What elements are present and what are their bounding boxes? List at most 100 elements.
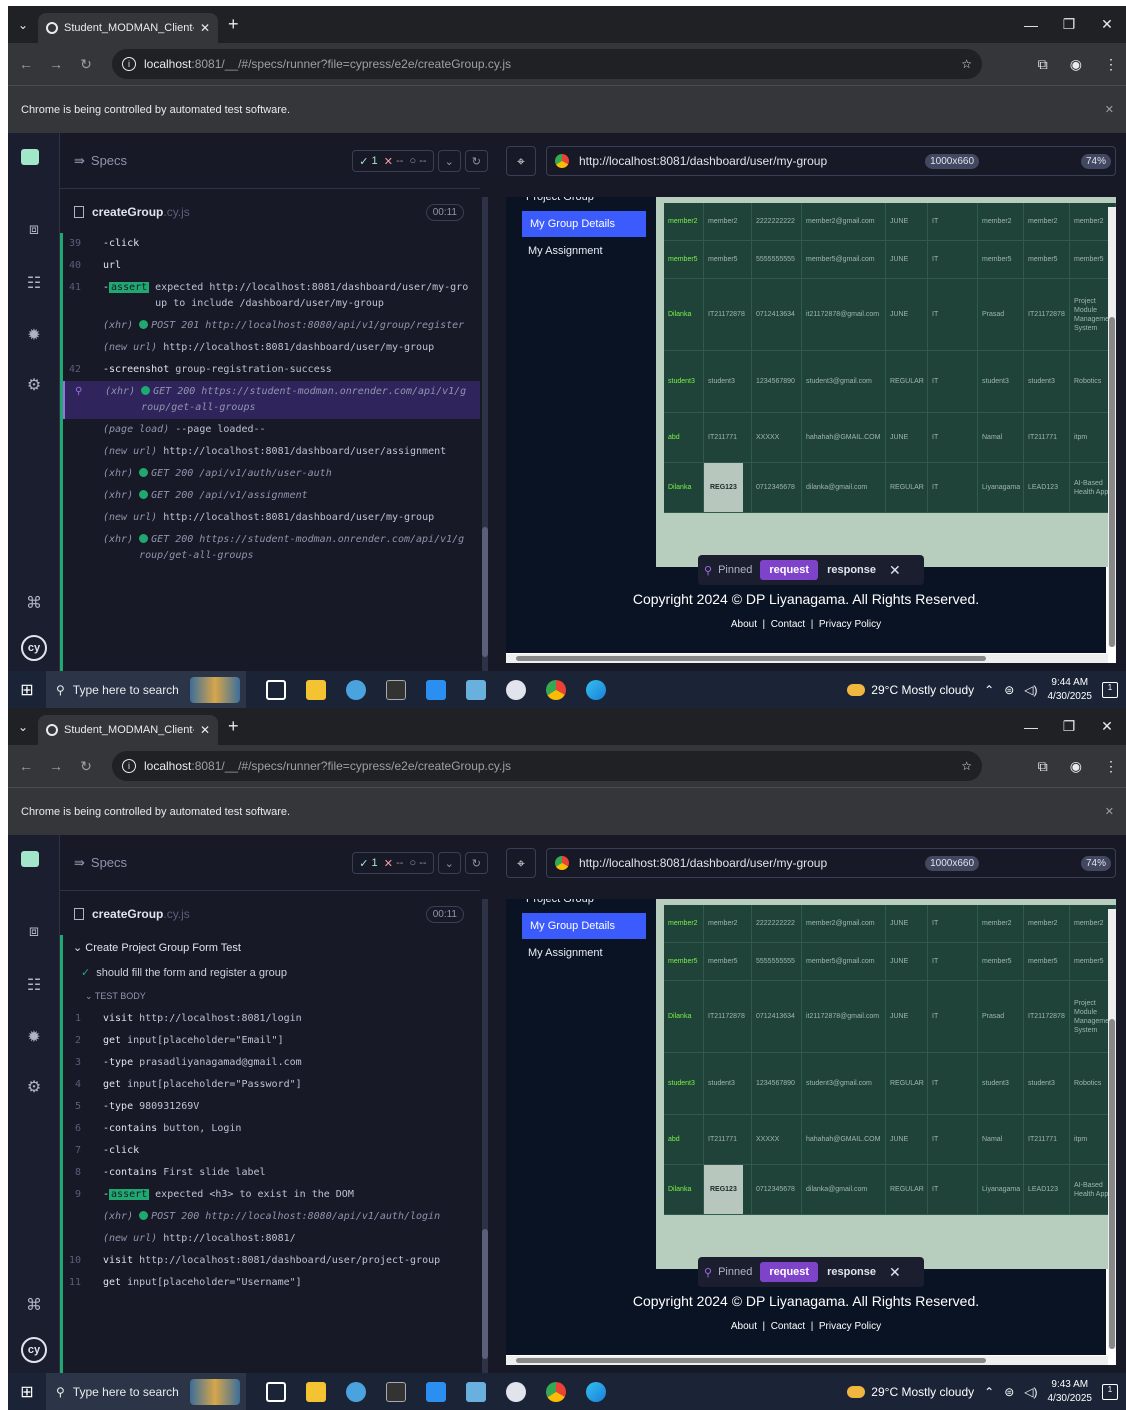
cypress-app-icon[interactable] [506, 679, 526, 700]
sidebar-item-my-group-details[interactable]: My Group Details [522, 211, 646, 237]
command-log-row[interactable]: (page load) --page loaded-- [63, 419, 480, 441]
command-log-row[interactable]: 9- assert expected <h3> to exist in the DO… [63, 1184, 480, 1206]
sidebar-item-my-assignment[interactable]: My Assignment [506, 939, 656, 967]
request-button[interactable]: request [760, 560, 819, 580]
omnibox[interactable]: i localhost:8081/__/#/specs/runner?file=c… [112, 751, 982, 781]
bookmark-star-icon[interactable]: ☆ [961, 57, 972, 71]
rerun-icon[interactable]: ↻ [464, 852, 488, 874]
command-log-row[interactable]: (xhr) GET 200 /api/v1/auth/user-auth [63, 463, 480, 485]
about-link[interactable]: About [731, 619, 757, 630]
aut-horizontal-scrollbar[interactable] [506, 1356, 1108, 1365]
file-explorer-icon[interactable] [306, 679, 326, 700]
auto-scroll-dropdown[interactable]: ⌄ [437, 852, 461, 874]
tab-search-icon[interactable]: ⌄ [8, 720, 38, 734]
vscode-icon[interactable] [426, 1381, 446, 1402]
command-log-row[interactable]: 6 -contains button, Login [63, 1118, 480, 1140]
command-log-row[interactable]: (new url) http://localhost:8081/dashboard… [63, 441, 480, 463]
aut-vertical-scrollbar[interactable] [1108, 207, 1116, 647]
auto-scroll-dropdown[interactable]: ⌄ [437, 150, 461, 172]
response-button[interactable]: response [818, 560, 885, 580]
notifications-icon[interactable]: 1 [1102, 681, 1118, 698]
project-icon[interactable] [21, 851, 39, 867]
request-button[interactable]: request [760, 1262, 819, 1282]
command-log-row[interactable]: 2 get input[placeholder="Email"] [63, 1030, 480, 1052]
command-log-row[interactable]: (xhr) POST 201 http://localhost:8080/api/… [63, 315, 480, 337]
chevron-up-icon[interactable]: ⌃ [984, 683, 994, 697]
browser-tab[interactable]: Student_MODMAN_Client-main✕ [38, 715, 218, 745]
command-log-row[interactable]: 3 -type prasadliyanagamad@gmail.com [63, 1052, 480, 1074]
test-body-label[interactable]: ⌄ TEST BODY [63, 985, 480, 1008]
app-icon[interactable] [466, 679, 486, 700]
command-log-row[interactable]: (xhr) GET 200 /api/v1/assignment [63, 485, 480, 507]
command-log-scrollbar[interactable] [482, 197, 488, 671]
bookmark-star-icon[interactable]: ☆ [961, 759, 972, 773]
cypress-logo-icon[interactable]: cy [21, 635, 47, 661]
cypress-app-icon[interactable] [506, 1381, 526, 1402]
profile-icon[interactable]: ◉ [1070, 758, 1082, 775]
about-link[interactable]: About [731, 1321, 757, 1332]
viewport-badge[interactable]: 1000x660 [925, 855, 980, 871]
menu-icon[interactable]: ⋮ [1104, 758, 1118, 775]
command-log-row[interactable]: 40 url [63, 255, 480, 277]
extensions-icon[interactable]: ⧉ [1038, 56, 1048, 73]
forward-icon[interactable]: → [44, 758, 68, 774]
contact-link[interactable]: Contact [771, 1321, 805, 1332]
cypress-logo-icon[interactable]: cy [21, 1337, 47, 1363]
back-icon[interactable]: ← [14, 758, 38, 774]
minimize-icon[interactable]: — [1012, 17, 1050, 33]
command-log-row[interactable]: 1 visit http://localhost:8081/login [63, 1008, 480, 1030]
command-log-row[interactable]: (xhr) POST 200 http://localhost:8080/api/… [63, 1206, 480, 1228]
command-log-row[interactable]: 42 -screenshot group-registration-success [63, 359, 480, 381]
command-log-row[interactable]: 4 get input[placeholder="Password"] [63, 1074, 480, 1096]
weather-widget[interactable]: 29°C Mostly cloudy [847, 683, 974, 697]
volume-icon[interactable]: ◁) [1024, 683, 1037, 697]
profile-icon[interactable]: ◉ [1070, 56, 1082, 73]
sidebar-item-my-assignment[interactable]: My Assignment [506, 237, 656, 265]
privacy-link[interactable]: Privacy Policy [819, 619, 881, 630]
taskbar-search[interactable]: ⚲ Type here to search [46, 1373, 246, 1410]
close-tab-icon[interactable]: ✕ [200, 21, 210, 35]
close-pin-icon[interactable]: ✕ [889, 562, 901, 579]
close-window-icon[interactable]: ✕ [1088, 16, 1126, 33]
project-icon[interactable] [21, 149, 39, 165]
network-icon[interactable]: ⊜ [1004, 683, 1014, 697]
privacy-link[interactable]: Privacy Policy [819, 1321, 881, 1332]
command-log-row[interactable]: ⚲ (xhr) GET 200 https://student-modman.onr… [63, 381, 480, 419]
command-log-scrollbar[interactable] [482, 899, 488, 1373]
chrome-icon[interactable] [546, 1381, 566, 1402]
extensions-icon[interactable]: ⧉ [1038, 758, 1048, 775]
app-icon[interactable] [466, 1381, 486, 1402]
settings-icon[interactable]: ⚙ [24, 1077, 44, 1097]
chevron-up-icon[interactable]: ⌃ [984, 1385, 994, 1399]
restore-icon[interactable]: ❐ [1050, 718, 1088, 735]
windows-start-icon[interactable]: ⊞ [8, 1382, 46, 1402]
notifications-icon[interactable]: 1 [1102, 1383, 1118, 1400]
close-pin-icon[interactable]: ✕ [889, 1264, 901, 1281]
command-log-row[interactable]: (new url) http://localhost:8081/ [63, 1228, 480, 1250]
clock[interactable]: 9:43 AM 4/30/2025 [1048, 1378, 1093, 1406]
close-infobar-icon[interactable]: ✕ [1105, 103, 1114, 116]
edge-icon[interactable] [586, 1381, 606, 1402]
command-log-row[interactable]: (new url) http://localhost:8081/dashboard… [63, 507, 480, 529]
response-button[interactable]: response [818, 1262, 885, 1282]
selector-playground-icon[interactable]: ⌖ [506, 146, 536, 176]
minimize-icon[interactable]: — [1012, 719, 1050, 735]
volume-icon[interactable]: ◁) [1024, 1385, 1037, 1399]
browser-tab[interactable]: Student_MODMAN_Client-main✕ [38, 13, 218, 43]
debug-icon[interactable]: ✹ [24, 325, 44, 345]
restore-icon[interactable]: ❐ [1050, 16, 1088, 33]
vscode-icon[interactable] [426, 679, 446, 700]
chrome-canary-icon[interactable] [346, 1381, 366, 1402]
command-log-row[interactable]: 7 -click [63, 1140, 480, 1162]
reload-icon[interactable]: ↻ [74, 758, 98, 775]
command-log-row[interactable]: (xhr) GET 200 https://student-modman.onre… [63, 529, 480, 567]
command-log-row[interactable]: 41- assert expected http://localhost:8081/… [63, 277, 480, 315]
new-tab-icon[interactable]: + [228, 14, 239, 35]
close-window-icon[interactable]: ✕ [1088, 718, 1126, 735]
specs-button[interactable]: Specs [91, 855, 127, 870]
debug-icon[interactable]: ✹ [24, 1027, 44, 1047]
command-log-row[interactable]: (new url) http://localhost:8081/dashboard… [63, 337, 480, 359]
windows-start-icon[interactable]: ⊞ [8, 680, 46, 700]
suite-title[interactable]: ⌄ Create Project Group Form Test [63, 935, 480, 960]
close-tab-icon[interactable]: ✕ [200, 723, 210, 737]
